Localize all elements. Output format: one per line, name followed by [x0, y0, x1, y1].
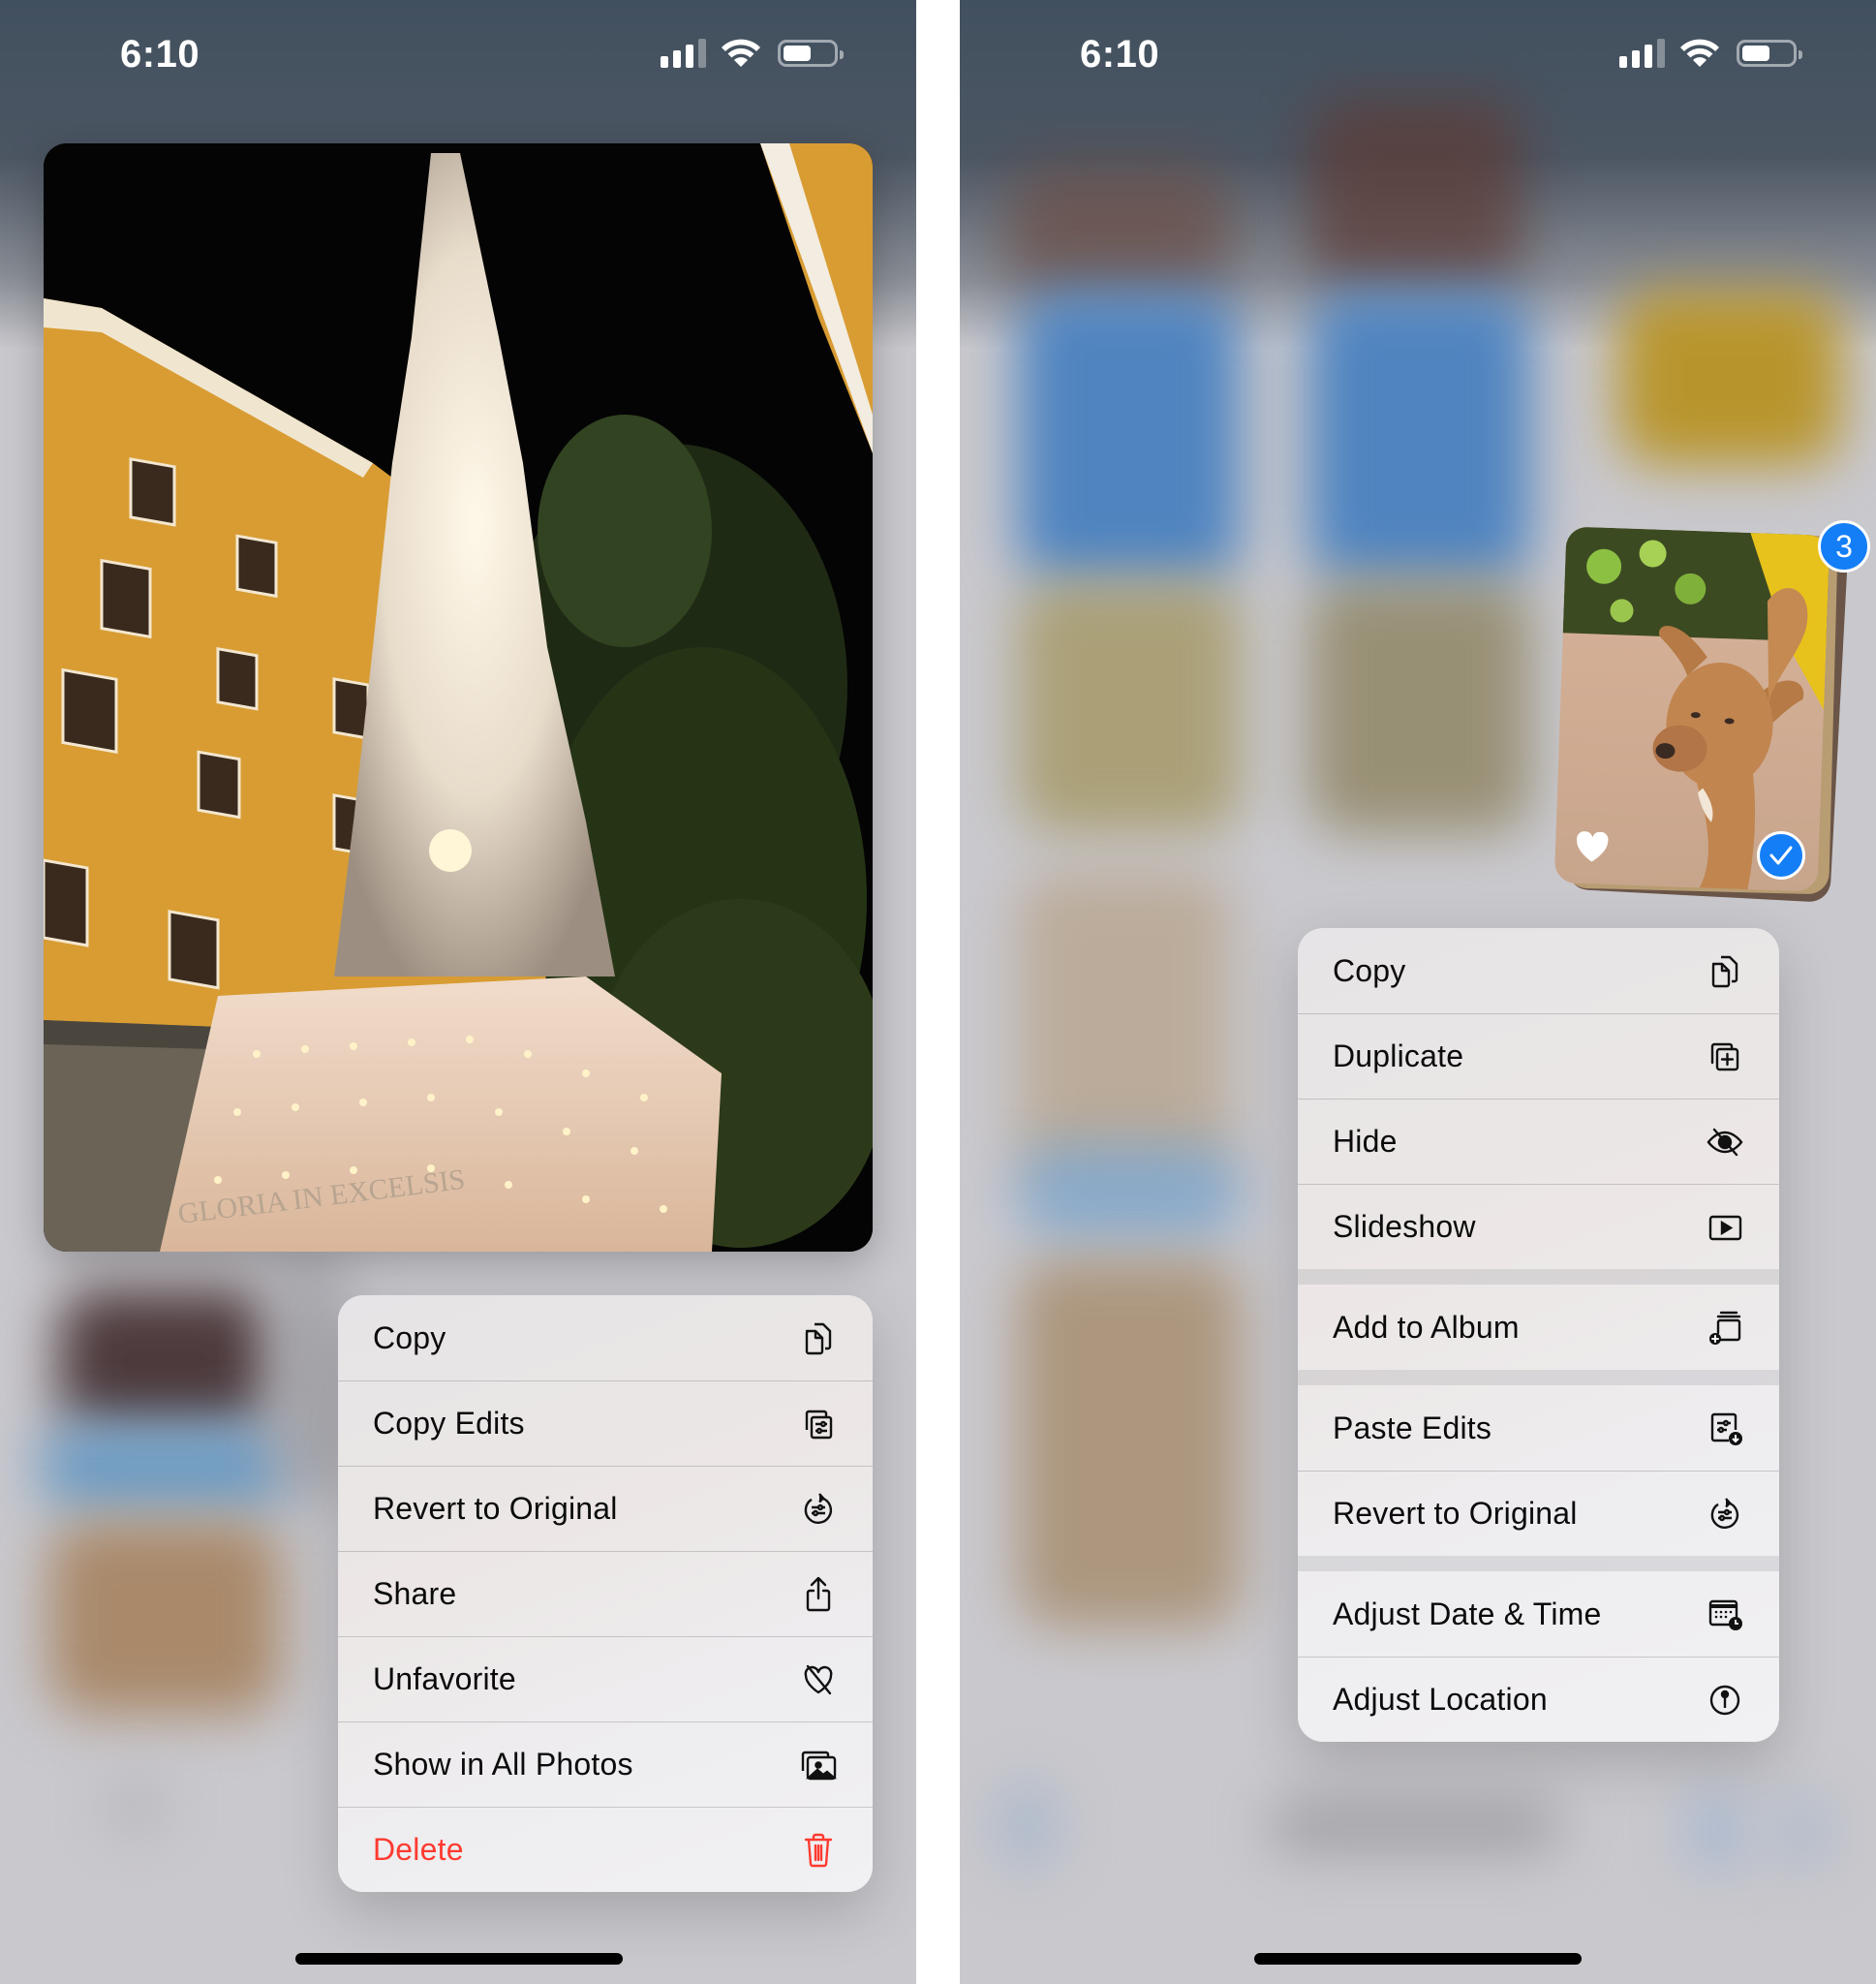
- slideshow-icon: [1706, 1208, 1744, 1247]
- menu-item-label: Slideshow: [1333, 1209, 1476, 1244]
- menu-item-label: Duplicate: [1333, 1038, 1464, 1073]
- revert-icon: [1706, 1495, 1744, 1534]
- battery-icon: [1737, 40, 1802, 67]
- copy-icon: [799, 1318, 838, 1357]
- menu-item-label: Adjust Date & Time: [1333, 1596, 1602, 1631]
- menu-item-label: Adjust Location: [1333, 1682, 1548, 1717]
- add-to-album-icon: [1706, 1308, 1744, 1347]
- status-time: 6:10: [1080, 33, 1160, 76]
- context-menu: Copy Duplicate Hide Slideshow Add to Alb…: [1298, 928, 1779, 1742]
- battery-icon: [778, 40, 844, 67]
- menu-item-label: Revert to Original: [1333, 1496, 1578, 1531]
- menu-item-label: Revert to Original: [373, 1491, 618, 1526]
- duplicate-icon: [1706, 1038, 1744, 1076]
- blurred-tab-icon: [999, 1782, 1057, 1870]
- favorite-heart-icon: [1574, 830, 1610, 868]
- menu-item-label: Copy Edits: [373, 1406, 525, 1441]
- calendar-clock-icon: [1706, 1595, 1744, 1633]
- heart-slash-icon: [799, 1660, 838, 1699]
- blurred-thumbnail: [39, 1424, 291, 1511]
- menu-section-divider: [1298, 1556, 1779, 1571]
- menu-item-adjust-location[interactable]: Adjust Location: [1298, 1657, 1779, 1742]
- menu-item-copy-edits[interactable]: Copy Edits: [338, 1380, 873, 1466]
- menu-item-copy[interactable]: Copy: [1298, 928, 1779, 1013]
- cellular-signal-icon: [661, 39, 706, 68]
- location-pin-icon: [1706, 1681, 1744, 1720]
- menu-item-label: Paste Edits: [1333, 1410, 1492, 1445]
- selected-checkmark-icon[interactable]: [1757, 831, 1805, 880]
- menu-item-copy[interactable]: Copy: [338, 1295, 873, 1380]
- monument-photo: GLORIA IN EXCELSIS: [44, 143, 873, 1252]
- paste-edits-icon: [1706, 1409, 1744, 1447]
- menu-item-add-to-album[interactable]: Add to Album: [1298, 1285, 1779, 1370]
- menu-item-share[interactable]: Share: [338, 1551, 873, 1636]
- blurred-thumbnail: [1018, 872, 1231, 1182]
- menu-section-divider: [1298, 1269, 1779, 1285]
- blurred-thumbnail: [1008, 165, 1231, 300]
- blurred-thumbnail: [1018, 581, 1241, 833]
- menu-item-label: Delete: [373, 1832, 464, 1867]
- blurred-thumbnail: [1618, 291, 1841, 465]
- status-bar: 6:10: [0, 0, 916, 107]
- context-menu: Copy Copy Edits Revert to Original Share…: [338, 1295, 873, 1892]
- blurred-thumbnail: [271, 1250, 349, 1502]
- status-icons: [1619, 37, 1802, 70]
- home-indicator[interactable]: [295, 1953, 623, 1965]
- menu-item-adjust-date-time[interactable]: Adjust Date & Time: [1298, 1571, 1779, 1657]
- menu-item-label: Add to Album: [1333, 1309, 1520, 1345]
- revert-icon: [799, 1490, 838, 1529]
- menu-item-delete[interactable]: Delete: [338, 1807, 873, 1892]
- copy-edits-icon: [799, 1405, 838, 1443]
- status-icons: [661, 37, 844, 70]
- left-screen: 6:10 GLORIA IN EXCELSIS Copy Copy Edits …: [0, 0, 916, 1984]
- blurred-thumbnail: [1308, 291, 1531, 581]
- blurred-thumbnail: [1018, 1143, 1241, 1240]
- blurred-thumbnail: [58, 1288, 271, 1434]
- menu-item-duplicate[interactable]: Duplicate: [1298, 1013, 1779, 1099]
- menu-item-label: Hide: [1333, 1124, 1398, 1159]
- blurred-thumbnail: [1018, 291, 1241, 581]
- menu-item-show-in-all-photos[interactable]: Show in All Photos: [338, 1721, 873, 1807]
- copy-icon: [1706, 951, 1744, 990]
- blurred-tab-icon: [1773, 1792, 1831, 1870]
- status-bar: 6:10: [960, 0, 1876, 107]
- menu-item-paste-edits[interactable]: Paste Edits: [1298, 1385, 1779, 1471]
- wifi-icon: [1680, 39, 1719, 67]
- photos-icon: [799, 1746, 838, 1784]
- blurred-thumbnail: [107, 1782, 165, 1831]
- trash-icon: [799, 1831, 838, 1870]
- cellular-signal-icon: [1619, 39, 1665, 68]
- menu-item-slideshow[interactable]: Slideshow: [1298, 1184, 1779, 1269]
- menu-item-hide[interactable]: Hide: [1298, 1099, 1779, 1184]
- status-time: 6:10: [120, 33, 200, 76]
- share-icon: [799, 1575, 838, 1614]
- blurred-thumbnail: [1308, 97, 1522, 291]
- eye-slash-icon: [1706, 1123, 1744, 1162]
- menu-item-label: Share: [373, 1576, 457, 1611]
- wifi-icon: [722, 39, 760, 67]
- blurred-thumbnail: [1018, 1259, 1241, 1628]
- menu-item-label: Show in All Photos: [373, 1747, 633, 1782]
- menu-item-revert-to-original[interactable]: Revert to Original: [338, 1466, 873, 1551]
- blurred-thumbnail: [48, 1521, 281, 1715]
- menu-item-revert-to-original[interactable]: Revert to Original: [1298, 1471, 1779, 1556]
- blurred-tab-icon: [1686, 1792, 1744, 1870]
- home-indicator[interactable]: [1254, 1953, 1582, 1965]
- menu-item-label: Unfavorite: [373, 1661, 516, 1696]
- right-screen: 6:10 3 Copy Duplicate Hide Slideshow Add…: [960, 0, 1876, 1984]
- blurred-thumbnail: [1308, 581, 1531, 833]
- selection-count-badge: 3: [1818, 520, 1870, 573]
- menu-item-label: Copy: [373, 1319, 446, 1355]
- menu-item-label: Copy: [1333, 952, 1406, 988]
- menu-section-divider: [1298, 1370, 1779, 1385]
- blurred-tab-label: [1270, 1802, 1560, 1850]
- menu-item-unfavorite[interactable]: Unfavorite: [338, 1636, 873, 1721]
- photo-preview[interactable]: GLORIA IN EXCELSIS: [44, 143, 873, 1252]
